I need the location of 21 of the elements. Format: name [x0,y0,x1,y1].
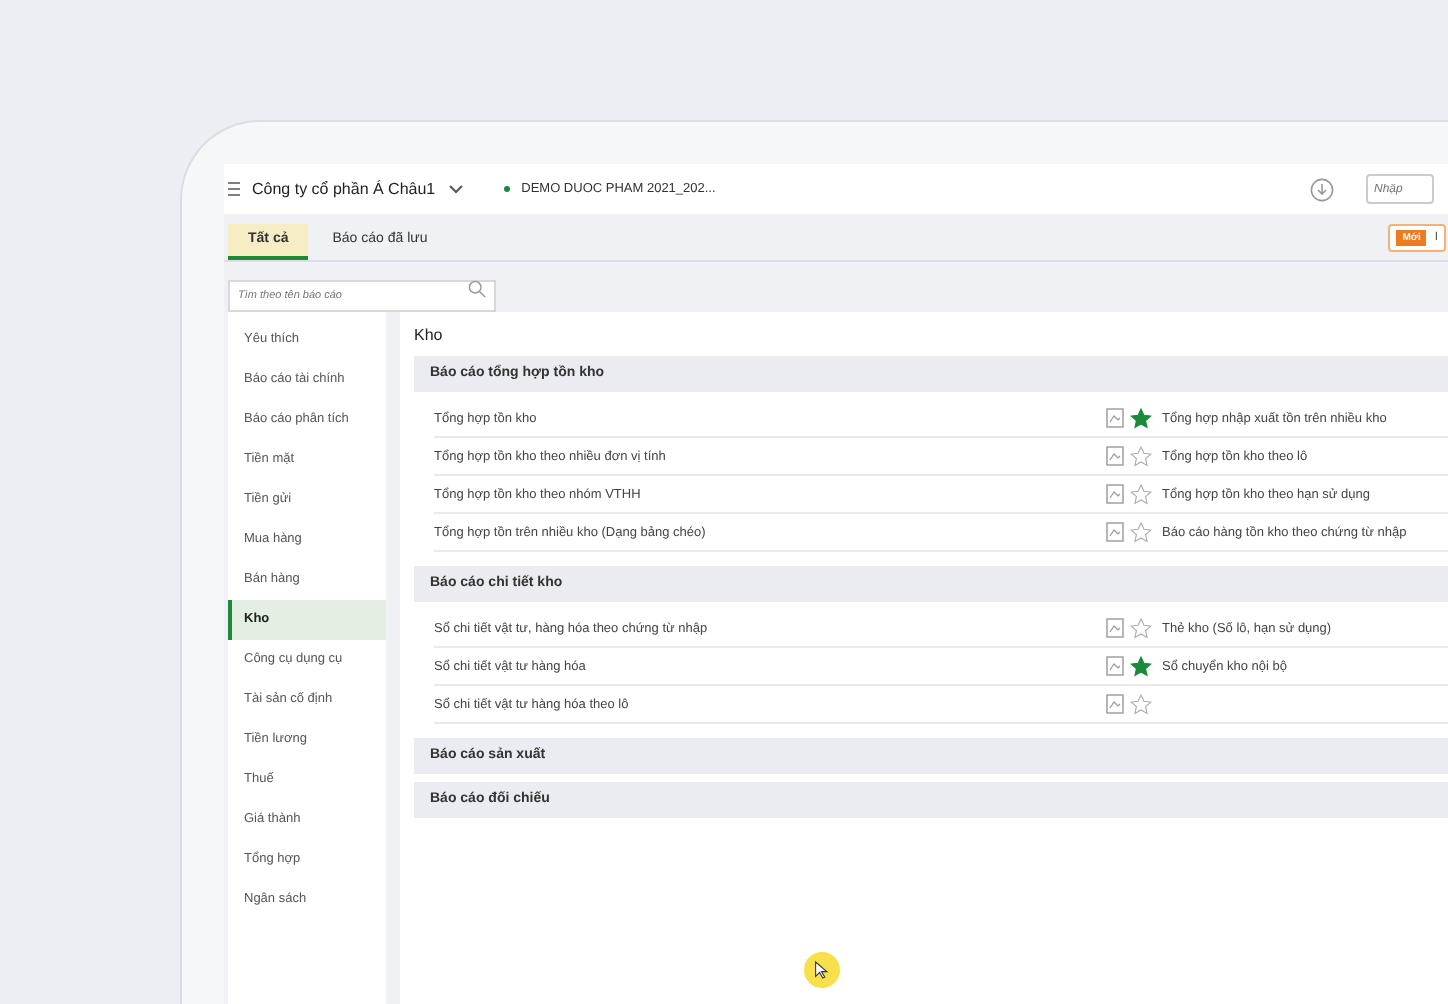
section-title: Kho [414,326,445,344]
star-icon[interactable] [1130,445,1152,467]
star-icon[interactable] [1130,521,1152,543]
star-icon[interactable] [1130,693,1152,715]
download-icon[interactable] [1310,177,1334,201]
document-icon[interactable] [1106,656,1124,676]
document-icon[interactable] [1106,446,1124,466]
document-icon[interactable] [1106,694,1124,714]
star-icon[interactable] [1130,655,1152,677]
document-icon[interactable] [1106,618,1124,638]
star-icon[interactable] [1130,483,1152,505]
chevron-down-icon[interactable] [447,184,464,194]
star-icon[interactable] [1130,617,1152,639]
document-icon[interactable] [1106,484,1124,504]
company-name[interactable]: Công ty cổ phần Á Châu1 [252,180,436,198]
menu-icon[interactable] [228,182,240,196]
search-icon [468,279,486,297]
document-icon[interactable] [1106,408,1124,428]
star-icon[interactable] [1130,407,1152,429]
status-dot-icon [503,186,510,192]
document-icon[interactable] [1106,522,1124,542]
